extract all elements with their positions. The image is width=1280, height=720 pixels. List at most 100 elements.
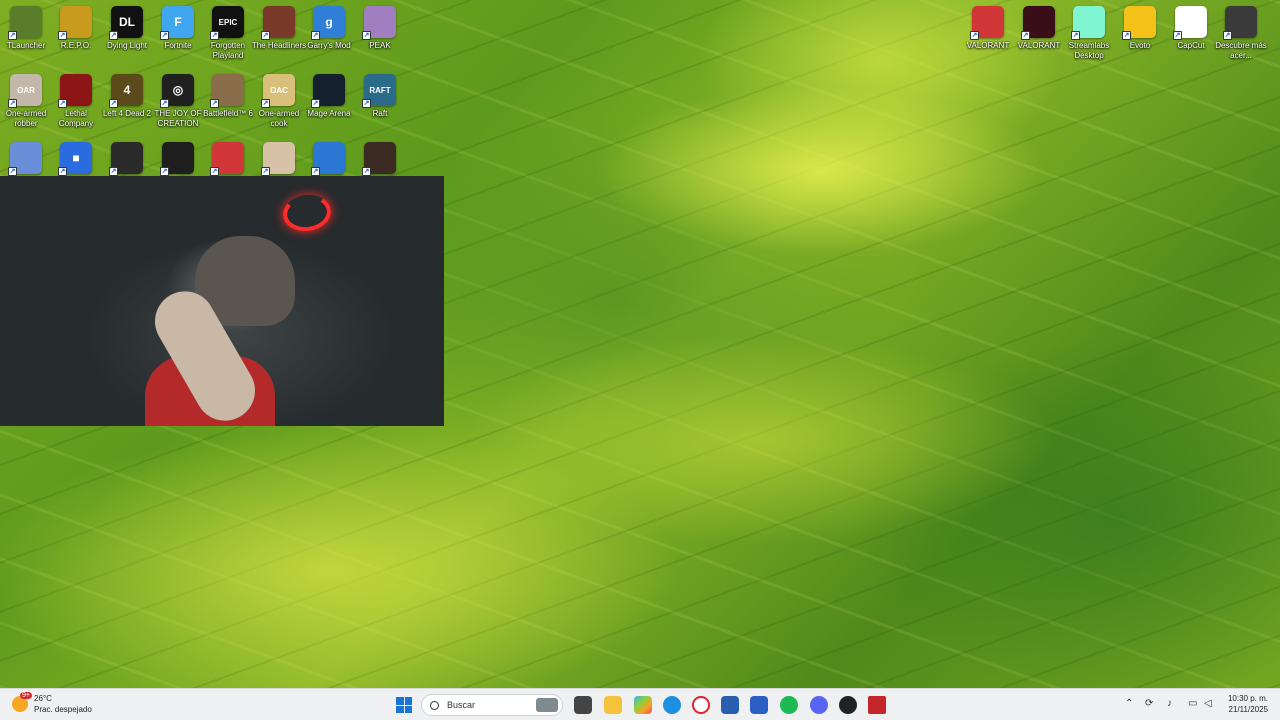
word-icon[interactable] — [750, 696, 768, 714]
shortcut-arrow-icon: ↗ — [1223, 31, 1232, 40]
windows-start-icon[interactable] — [396, 697, 412, 713]
icon-glyph: DL — [119, 15, 135, 29]
icon-glyph: F — [174, 15, 182, 29]
edge-icon[interactable] — [663, 696, 681, 714]
desktop-shortcut[interactable]: ↗ VALORANT — [962, 2, 1014, 68]
peak-icon: ↗ — [362, 6, 396, 40]
volume-icon[interactable]: ◁ — [1204, 698, 1212, 709]
desktop-shortcut-label: Dying Light — [106, 41, 148, 50]
icon-glyph: OAC — [270, 85, 288, 95]
desktop-shortcut-label: Evoto — [1129, 41, 1151, 50]
desktop-shortcut-label: One-armed cook — [258, 109, 300, 128]
desktop-shortcut[interactable]: ↗ R.E.P.O. — [50, 2, 102, 68]
microsoft-store-icon[interactable] — [721, 696, 739, 714]
taskbar: 9+ 26°C Prac. despejado Buscar ⌃ ⟳ ♪ ▭ ◁… — [0, 688, 1280, 720]
tlauncher-icon: ↗ — [8, 6, 42, 40]
microphone-icon[interactable]: ♪ — [1167, 698, 1172, 709]
desktop-shortcut[interactable]: ↗ Lethal Company — [50, 70, 102, 136]
shortcut-arrow-icon: ↗ — [109, 31, 118, 40]
horror-game-icon: ↗ — [362, 142, 396, 176]
shortcut-arrow-icon: ↗ — [970, 31, 979, 40]
weather-condition: Prac. despejado — [34, 705, 92, 714]
shortcut-arrow-icon: ↗ — [58, 167, 67, 176]
desktop-shortcut-label: The Headliners — [251, 41, 307, 50]
desktop-shortcut[interactable]: DL ↗ Dying Light — [101, 2, 153, 68]
desktop-shortcut[interactable]: ↗ The Headliners — [251, 2, 307, 68]
desktop-shortcut[interactable]: EPIC ↗ Forgotten Playland — [202, 2, 254, 68]
desktop-shortcut[interactable]: g ↗ Garry's Mod — [303, 2, 355, 68]
desktop-shortcut[interactable]: ↗ Mage Arena — [303, 70, 355, 136]
desktop-shortcut[interactable]: ↗ PEAK — [354, 2, 406, 68]
headset-red-light — [280, 191, 334, 235]
joy-of-creation-icon: ◎ ↗ — [160, 74, 194, 108]
file-explorer-icon[interactable] — [604, 696, 622, 714]
clock-time: 10:30 p. m. — [1227, 694, 1268, 703]
shortcut-arrow-icon: ↗ — [8, 31, 17, 40]
valorant-icon: ↗ — [1021, 6, 1055, 40]
desktop-shortcut-label: VALORANT — [966, 41, 1010, 50]
webcam-overlay — [0, 176, 444, 426]
headliners-icon: ↗ — [261, 6, 295, 40]
desktop-shortcut[interactable]: ↗ Evoto — [1114, 2, 1166, 68]
shortcut-arrow-icon: ↗ — [160, 31, 169, 40]
desktop-shortcut[interactable]: ↗ TLauncher — [0, 2, 52, 68]
riot-client-icon: ↗ — [970, 6, 1004, 40]
desktop-shortcut[interactable]: ◎ ↗ THE JOY OF CREATION — [152, 70, 204, 136]
capcut-icon: ↗ — [1173, 6, 1207, 40]
desktop-shortcut[interactable]: 4 ↗ Left 4 Dead 2 — [101, 70, 153, 136]
discord-icon[interactable] — [810, 696, 828, 714]
clock-date: 21/11/2025 — [1228, 705, 1268, 714]
shortcut-arrow-icon: ↗ — [261, 99, 270, 108]
sync-icon[interactable]: ⟳ — [1145, 698, 1153, 709]
shortcut-arrow-icon: ↗ — [58, 31, 67, 40]
one-armed-robber-icon: OAR ↗ — [8, 74, 42, 108]
dead-by-daylight-icon: ↗ — [160, 142, 194, 176]
shortcut-arrow-icon: ↗ — [362, 99, 371, 108]
shortcut-arrow-icon: ↗ — [210, 167, 219, 176]
obs-icon[interactable] — [839, 696, 857, 714]
opera-icon[interactable] — [692, 696, 710, 714]
one-armed-cook-icon: OAC ↗ — [261, 74, 295, 108]
desktop-shortcut-label: PEAK — [369, 41, 391, 50]
desktop-shortcut-label: TLauncher — [6, 41, 46, 50]
shortcut-arrow-icon: ↗ — [160, 167, 169, 176]
acer-discover-icon: ↗ — [1223, 6, 1257, 40]
taskbar-search-box[interactable]: Buscar — [421, 694, 563, 716]
desktop-shortcut[interactable]: ↗ Descubre más acer... — [1215, 2, 1267, 68]
desktop-shortcut[interactable]: ↗ Streamlabs Desktop — [1063, 2, 1115, 68]
icon-glyph: ◎ — [172, 83, 184, 97]
desktop-shortcut-label: Streamlabs Desktop — [1068, 41, 1110, 60]
copilot-icon[interactable] — [634, 696, 652, 714]
desktop-shortcut-label: Forgotten Playland — [210, 41, 246, 60]
search-icon — [430, 700, 439, 710]
desktop-shortcut[interactable]: ↗ CapCut — [1165, 2, 1217, 68]
shortcut-arrow-icon: ↗ — [160, 99, 169, 108]
desktop-shortcut[interactable]: OAR ↗ One-armed robber — [0, 70, 52, 136]
shortcut-arrow-icon: ↗ — [261, 167, 270, 176]
task-view-icon[interactable] — [574, 696, 592, 714]
icon-glyph: EPIC — [218, 17, 238, 27]
shortcut-arrow-icon: ↗ — [109, 99, 118, 108]
desktop-shortcut-label: Battlefield™ 6 — [203, 109, 253, 118]
icon-glyph: g — [325, 15, 333, 29]
weather-sun-icon: 9+ — [12, 692, 32, 712]
desktop-shortcut-label: VALORANT — [1017, 41, 1061, 50]
weather-widget[interactable]: 9+ 26°C Prac. despejado — [12, 692, 92, 715]
fortnite-icon: F ↗ — [160, 6, 194, 40]
shortcut-arrow-icon: ↗ — [1021, 31, 1030, 40]
repo-icon: ↗ — [58, 6, 92, 40]
desktop-shortcut[interactable]: OAC ↗ One-armed cook — [253, 70, 305, 136]
video-editor-icon[interactable] — [868, 696, 886, 714]
system-clock[interactable]: 10:30 p. m. 21/11/2025 — [1228, 693, 1268, 715]
network-icon[interactable]: ▭ — [1188, 698, 1197, 709]
spotify-icon[interactable] — [780, 696, 798, 714]
desktop-shortcut[interactable]: RAFT ↗ Raft — [354, 70, 406, 136]
chevron-up-icon[interactable]: ⌃ — [1125, 698, 1133, 709]
desktop-shortcut[interactable]: ↗ Battlefield™ 6 — [202, 70, 254, 136]
desktop-shortcut-label: One-armed robber — [5, 109, 47, 128]
desktop-shortcut-label: Lethal Company — [58, 109, 94, 128]
shortcut-arrow-icon: ↗ — [311, 99, 320, 108]
desktop-shortcut[interactable]: F ↗ Fortnite — [152, 2, 204, 68]
icon-glyph: 4 — [123, 83, 131, 97]
desktop-shortcut[interactable]: ↗ VALORANT — [1013, 2, 1065, 68]
